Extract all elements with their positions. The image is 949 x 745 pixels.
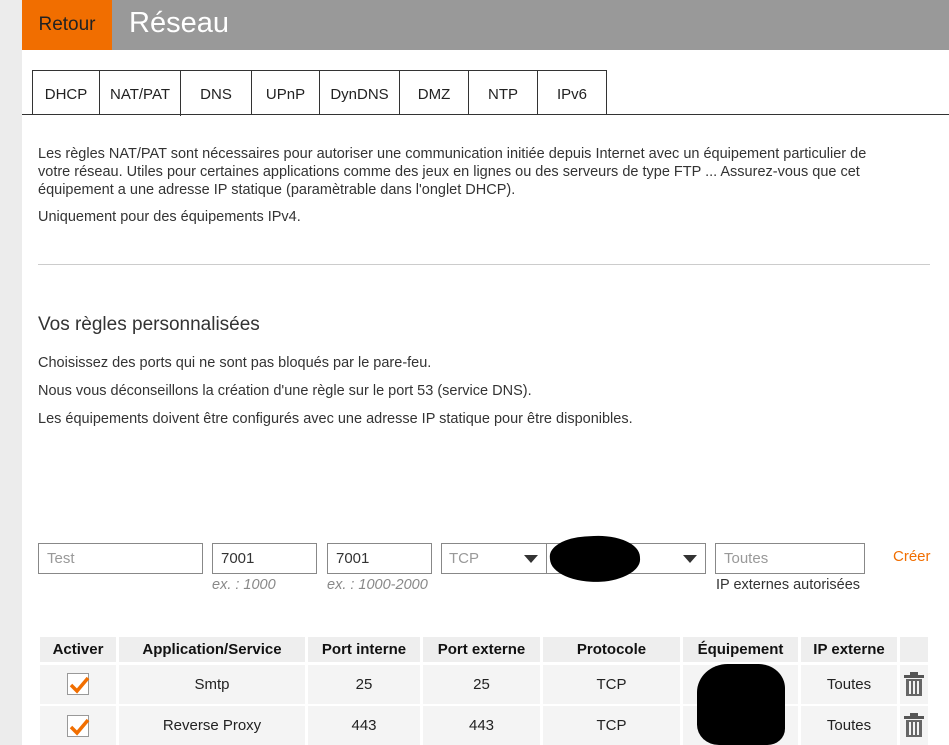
tab-dns[interactable]: DNS: [181, 70, 252, 115]
column-header-enable: Activer: [40, 637, 116, 662]
internal-port-hint: ex. : 1000: [212, 577, 276, 593]
enable-checkbox[interactable]: [67, 715, 90, 737]
column-header-protocol: Protocole: [543, 637, 680, 662]
caret-down-icon: [524, 555, 538, 563]
caret-down-icon: [683, 555, 697, 563]
service-cell: Reverse Proxy: [119, 706, 305, 745]
custom-rules-title: Vos règles personnalisées: [38, 314, 260, 335]
external-port-input[interactable]: [327, 543, 432, 574]
checkmark-icon: [69, 676, 90, 694]
left-gutter: [0, 0, 22, 745]
external-ip-cell: Toutes: [801, 665, 897, 704]
redaction-mark: [548, 533, 642, 585]
intro-line: votre réseau. Utiles pour certaines appl…: [38, 164, 860, 180]
column-header-external-ip: IP externe: [801, 637, 897, 662]
tab-dhcp[interactable]: DHCP: [32, 70, 100, 115]
dns-port-note: Nous vous déconseillons la création d'un…: [38, 383, 532, 399]
create-rule-button[interactable]: Créer: [893, 548, 931, 565]
tab-nat-pat[interactable]: NAT/PAT: [100, 70, 181, 116]
external-ip-hint: IP externes autorisées: [716, 577, 861, 593]
section-divider: [38, 264, 930, 265]
static-ip-note: Les équipements doivent être configurés …: [38, 411, 633, 427]
intro-line: équipement a une adresse IP statique (pa…: [38, 182, 516, 198]
external-ip-input[interactable]: [715, 543, 865, 574]
checkmark-icon: [69, 718, 90, 736]
service-name-input[interactable]: [38, 543, 203, 574]
trash-icon[interactable]: [903, 672, 925, 696]
service-cell: Smtp: [119, 665, 305, 704]
column-header-service: Application/Service: [119, 637, 305, 662]
protocol-cell: TCP: [543, 665, 680, 704]
column-header-external-port: Port externe: [423, 637, 540, 662]
column-header-internal-port: Port interne: [308, 637, 420, 662]
firewall-note: Choisissez des ports qui ne sont pas blo…: [38, 355, 432, 371]
page-title: Réseau: [129, 7, 229, 39]
trash-icon[interactable]: [903, 713, 925, 737]
page-header: Retour Réseau: [22, 0, 949, 50]
internal-port-cell: 443: [308, 706, 420, 745]
tabs-underline: [22, 114, 949, 115]
external-ip-cell: Toutes: [801, 706, 897, 745]
column-header-actions: [900, 637, 928, 662]
external-port-cell: 443: [423, 706, 540, 745]
external-port-hint: ex. : 1000-2000: [327, 577, 428, 593]
enable-checkbox[interactable]: [67, 673, 90, 695]
intro-line: Les règles NAT/PAT sont nécessaires pour…: [38, 146, 867, 162]
ipv4-note: Uniquement pour des équipements IPv4.: [38, 209, 301, 225]
tab-ipv6[interactable]: IPv6: [538, 70, 607, 115]
tab-dyndns[interactable]: DynDNS: [320, 70, 400, 115]
tab-bar: DHCP NAT/PAT DNS UPnP DynDNS DMZ NTP IPv…: [32, 70, 607, 116]
protocol-value: TCP: [449, 550, 479, 567]
internal-port-cell: 25: [308, 665, 420, 704]
redaction-mark: [697, 664, 785, 745]
tab-ntp[interactable]: NTP: [469, 70, 538, 115]
internal-port-input[interactable]: [212, 543, 317, 574]
tab-upnp[interactable]: UPnP: [252, 70, 320, 115]
intro-text: Les règles NAT/PAT sont nécessaires pour…: [38, 145, 918, 199]
tab-dmz[interactable]: DMZ: [400, 70, 469, 115]
back-button[interactable]: Retour: [22, 0, 112, 50]
column-header-device: Équipement: [683, 637, 798, 662]
protocol-cell: TCP: [543, 706, 680, 745]
external-port-cell: 25: [423, 665, 540, 704]
protocol-select[interactable]: TCP: [441, 543, 547, 574]
